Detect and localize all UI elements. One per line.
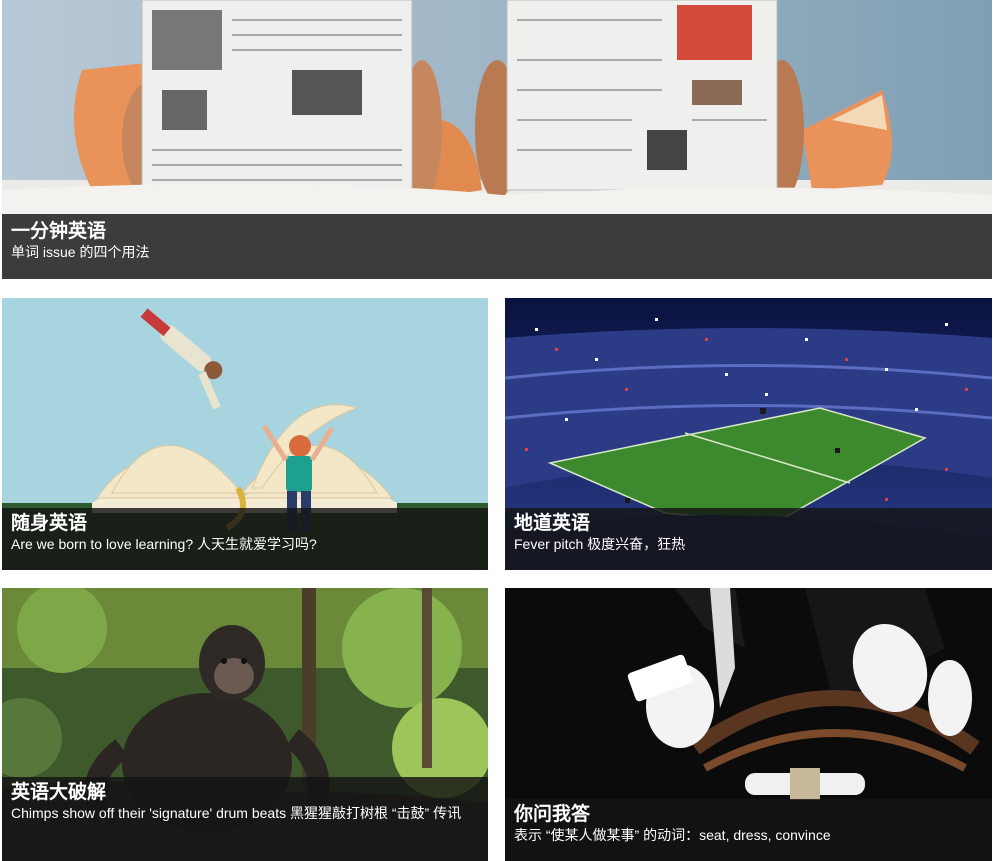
card-title: 一分钟英语 bbox=[11, 220, 107, 242]
card-caption: 一分钟英语 单词 issue 的四个用法 bbox=[2, 214, 992, 279]
card-one-minute-english[interactable]: 一分钟英语 单词 issue 的四个用法 bbox=[2, 0, 992, 279]
card-caption: 你问我答 表示 “使某人做某事” 的动词：seat, dress, convin… bbox=[505, 799, 992, 861]
card-ask-about-english[interactable]: 你问我答 表示 “使某人做某事” 的动词：seat, dress, convin… bbox=[505, 588, 992, 861]
card-subtitle: 表示 “使某人做某事” 的动词：seat, dress, convince bbox=[514, 827, 831, 843]
card-news-english-decoded[interactable]: 英语大破解 Chimps show off their 'signature' … bbox=[2, 588, 488, 861]
card-title: 英语大破解 bbox=[11, 781, 107, 803]
card-title: 随身英语 bbox=[11, 512, 88, 534]
card-subtitle: 单词 issue 的四个用法 bbox=[11, 244, 150, 260]
card-subtitle: Are we born to love learning? 人天生就爱学习吗? bbox=[11, 536, 317, 552]
card-caption: 随身英语 Are we born to love learning? 人天生就爱… bbox=[2, 508, 488, 570]
card-authentic-real-english[interactable]: 地道英语 Fever pitch 极度兴奋，狂热 bbox=[505, 298, 992, 570]
card-subtitle: Fever pitch 极度兴奋，狂热 bbox=[514, 536, 686, 552]
card-caption: 地道英语 Fever pitch 极度兴奋，狂热 bbox=[505, 508, 992, 570]
card-english-on-the-go[interactable]: 随身英语 Are we born to love learning? 人天生就爱… bbox=[2, 298, 488, 570]
card-subtitle: Chimps show off their 'signature' drum b… bbox=[11, 805, 462, 821]
card-title: 你问我答 bbox=[514, 803, 591, 825]
card-title: 地道英语 bbox=[514, 512, 591, 534]
card-caption: 英语大破解 Chimps show off their 'signature' … bbox=[2, 777, 488, 861]
